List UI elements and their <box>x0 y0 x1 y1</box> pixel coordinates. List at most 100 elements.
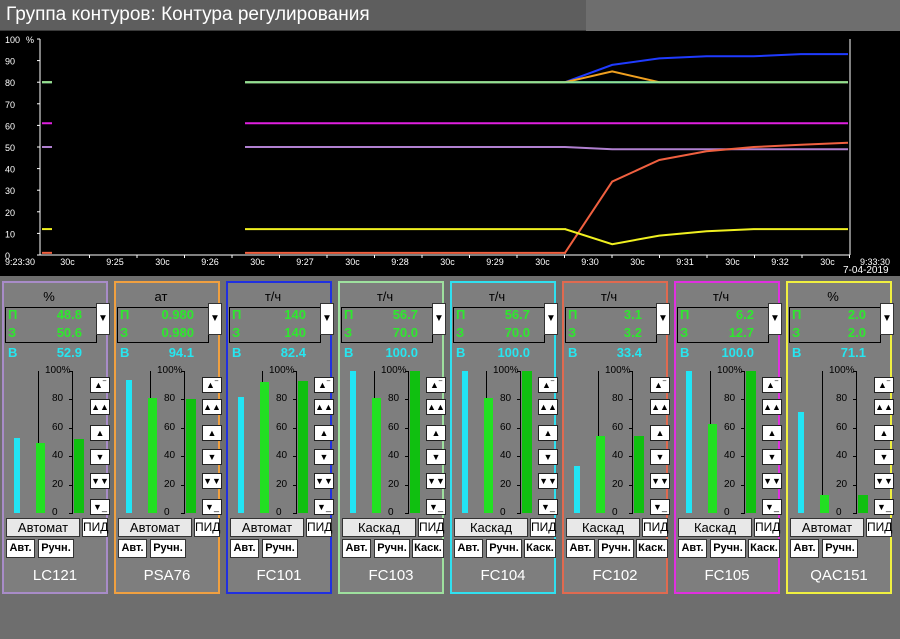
step-top-button[interactable]: ▲‾ <box>90 377 110 393</box>
pid-button[interactable]: ПИД <box>418 518 444 537</box>
auto-button[interactable]: Авт. <box>454 539 483 558</box>
sp-value[interactable]: 70.0 <box>393 325 418 340</box>
pid-button[interactable]: ПИД <box>642 518 668 537</box>
sp-value[interactable]: 12.7 <box>729 325 754 340</box>
step-down-button[interactable]: ▼ <box>314 449 334 465</box>
mode-indicator[interactable]: Каскад <box>454 518 528 537</box>
sp-value[interactable]: 2.0 <box>848 325 866 340</box>
dropdown-button[interactable]: ▼ <box>96 303 110 335</box>
step-top-button[interactable]: ▲‾ <box>874 377 894 393</box>
auto-button[interactable]: Авт. <box>6 539 35 558</box>
auto-button[interactable]: Авт. <box>118 539 147 558</box>
cascade-button[interactable]: Каск. <box>636 539 668 558</box>
manual-button[interactable]: Ручн. <box>150 539 186 558</box>
mode-indicator[interactable]: Автомат <box>230 518 304 537</box>
auto-button[interactable]: Авт. <box>678 539 707 558</box>
pid-button[interactable]: ПИД <box>82 518 108 537</box>
step-down-fast-button[interactable]: ▼▼ <box>202 473 222 489</box>
step-up-fast-button[interactable]: ▲▲ <box>90 399 110 415</box>
manual-button[interactable]: Ручн. <box>710 539 746 558</box>
dropdown-button[interactable]: ▼ <box>320 303 334 335</box>
step-top-button[interactable]: ▲‾ <box>650 377 670 393</box>
step-down-button[interactable]: ▼ <box>538 449 558 465</box>
manual-button[interactable]: Ручн. <box>598 539 634 558</box>
manual-button[interactable]: Ручн. <box>822 539 858 558</box>
cascade-button[interactable]: Каск. <box>412 539 444 558</box>
pid-button[interactable]: ПИД <box>530 518 556 537</box>
step-up-fast-button[interactable]: ▲▲ <box>650 399 670 415</box>
auto-button[interactable]: Авт. <box>790 539 819 558</box>
step-top-button[interactable]: ▲‾ <box>538 377 558 393</box>
step-down-button[interactable]: ▼ <box>762 449 782 465</box>
step-up-button[interactable]: ▲ <box>202 425 222 441</box>
cascade-button[interactable]: Каск. <box>748 539 780 558</box>
step-bottom-button[interactable]: ▼_ <box>762 499 782 515</box>
step-down-button[interactable]: ▼ <box>202 449 222 465</box>
step-down-fast-button[interactable]: ▼▼ <box>650 473 670 489</box>
dropdown-button[interactable]: ▼ <box>432 303 446 335</box>
step-top-button[interactable]: ▲‾ <box>762 377 782 393</box>
step-up-button[interactable]: ▲ <box>650 425 670 441</box>
step-bottom-button[interactable]: ▼_ <box>538 499 558 515</box>
step-top-button[interactable]: ▲‾ <box>202 377 222 393</box>
step-down-button[interactable]: ▼ <box>874 449 894 465</box>
step-bottom-button[interactable]: ▼_ <box>650 499 670 515</box>
step-down-fast-button[interactable]: ▼▼ <box>538 473 558 489</box>
auto-button[interactable]: Авт. <box>230 539 259 558</box>
step-bottom-button[interactable]: ▼_ <box>90 499 110 515</box>
manual-button[interactable]: Ручн. <box>486 539 522 558</box>
cascade-button[interactable]: Каск. <box>524 539 556 558</box>
step-up-button[interactable]: ▲ <box>538 425 558 441</box>
step-down-fast-button[interactable]: ▼▼ <box>762 473 782 489</box>
manual-button[interactable]: Ручн. <box>374 539 410 558</box>
step-down-button[interactable]: ▼ <box>90 449 110 465</box>
dropdown-button[interactable]: ▼ <box>544 303 558 335</box>
pid-button[interactable]: ПИД <box>306 518 332 537</box>
mode-indicator[interactable]: Автомат <box>790 518 864 537</box>
step-down-fast-button[interactable]: ▼▼ <box>90 473 110 489</box>
step-bottom-button[interactable]: ▼_ <box>314 499 334 515</box>
sp-value[interactable]: 70.0 <box>505 325 530 340</box>
manual-button[interactable]: Ручн. <box>262 539 298 558</box>
step-up-button[interactable]: ▲ <box>426 425 446 441</box>
auto-button[interactable]: Авт. <box>342 539 371 558</box>
dropdown-button[interactable]: ▼ <box>880 303 894 335</box>
step-down-fast-button[interactable]: ▼▼ <box>314 473 334 489</box>
step-up-fast-button[interactable]: ▲▲ <box>538 399 558 415</box>
step-down-fast-button[interactable]: ▼▼ <box>426 473 446 489</box>
mode-indicator[interactable]: Каскад <box>678 518 752 537</box>
step-up-button[interactable]: ▲ <box>90 425 110 441</box>
mode-indicator[interactable]: Каскад <box>342 518 416 537</box>
pid-button[interactable]: ПИД <box>754 518 780 537</box>
step-up-fast-button[interactable]: ▲▲ <box>874 399 894 415</box>
sp-value[interactable]: 0.980 <box>161 325 194 340</box>
step-down-fast-button[interactable]: ▼▼ <box>874 473 894 489</box>
sp-value[interactable]: 3.2 <box>624 325 642 340</box>
step-top-button[interactable]: ▲‾ <box>426 377 446 393</box>
step-bottom-button[interactable]: ▼_ <box>202 499 222 515</box>
dropdown-button[interactable]: ▼ <box>208 303 222 335</box>
pid-button[interactable]: ПИД <box>866 518 892 537</box>
dropdown-button[interactable]: ▼ <box>656 303 670 335</box>
step-top-button[interactable]: ▲‾ <box>314 377 334 393</box>
dropdown-button[interactable]: ▼ <box>768 303 782 335</box>
step-up-fast-button[interactable]: ▲▲ <box>202 399 222 415</box>
step-up-fast-button[interactable]: ▲▲ <box>314 399 334 415</box>
mode-indicator[interactable]: Каскад <box>566 518 640 537</box>
step-up-button[interactable]: ▲ <box>874 425 894 441</box>
auto-button[interactable]: Авт. <box>566 539 595 558</box>
step-down-button[interactable]: ▼ <box>426 449 446 465</box>
manual-button[interactable]: Ручн. <box>38 539 74 558</box>
step-down-button[interactable]: ▼ <box>650 449 670 465</box>
step-up-button[interactable]: ▲ <box>314 425 334 441</box>
pid-button[interactable]: ПИД <box>194 518 220 537</box>
step-bottom-button[interactable]: ▼_ <box>426 499 446 515</box>
step-up-fast-button[interactable]: ▲▲ <box>426 399 446 415</box>
step-bottom-button[interactable]: ▼_ <box>874 499 894 515</box>
sp-value[interactable]: 140 <box>284 325 306 340</box>
mode-indicator[interactable]: Автомат <box>6 518 80 537</box>
step-up-button[interactable]: ▲ <box>762 425 782 441</box>
step-up-fast-button[interactable]: ▲▲ <box>762 399 782 415</box>
mode-indicator[interactable]: Автомат <box>118 518 192 537</box>
sp-value[interactable]: 50.6 <box>57 325 82 340</box>
